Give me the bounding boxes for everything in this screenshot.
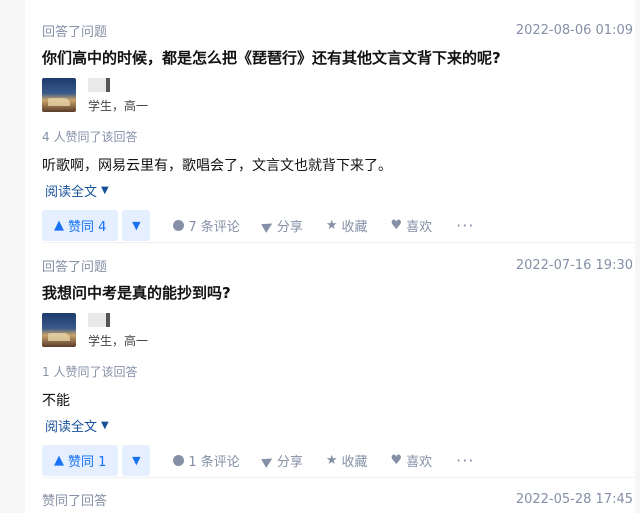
collect-label: 收藏 (341, 220, 368, 235)
comment-label: 1 条评论 (188, 455, 240, 470)
voters-count: 1 人赞同了该回答 (42, 365, 138, 379)
feed-item: 回答了问题 2022-08-06 01:09 你们高中的时候，都是怎么把《琵琶行… (42, 20, 635, 243)
activity-time: 2022-07-16 19:30 (515, 257, 633, 273)
collect-label: 收藏 (341, 455, 368, 470)
read-more-label: 阅读全文 (45, 420, 98, 435)
read-more-link[interactable]: 阅读全文 ▼ (45, 181, 109, 200)
more-icon[interactable]: ··· (456, 451, 474, 470)
activity-type: 赞同了回答 (42, 493, 108, 509)
like-button[interactable]: ♥ 喜欢 (391, 216, 433, 235)
triangle-down-icon: ▼ (132, 454, 141, 467)
vote-down-button[interactable]: ▼ (122, 210, 151, 241)
answer-excerpt[interactable]: 不能 (42, 390, 635, 410)
vote-down-button[interactable]: ▼ (122, 445, 151, 476)
comment-icon (173, 220, 185, 231)
heart-icon: ♥ (390, 453, 403, 468)
author-info: 学生，高一 (42, 313, 635, 349)
star-icon: ★ (325, 453, 338, 468)
action-bar: ▲ 赞同 4 ▼ 7 条评论 分享 ★ 收藏 ♥ 喜欢 ··· (42, 210, 635, 241)
share-icon (260, 453, 275, 468)
activity-type: 回答了问题 (42, 259, 108, 275)
comment-button[interactable]: 1 条评论 (173, 451, 240, 470)
heart-icon: ♥ (390, 218, 403, 233)
like-label: 喜欢 (406, 455, 433, 470)
comment-icon (173, 455, 185, 466)
comment-button[interactable]: 7 条评论 (173, 216, 240, 235)
question-title[interactable]: 你们高中的时候，都是怎么把《琵琶行》还有其他文言文背下来的呢? (42, 46, 635, 70)
chevron-down-icon: ▼ (101, 420, 109, 431)
activity-feed: 回答了问题 2022-08-06 01:09 你们高中的时候，都是怎么把《琵琶行… (25, 0, 635, 513)
feed-item: 赞同了回答 2022-05-28 17:45 (42, 489, 635, 513)
read-more-link[interactable]: 阅读全文 ▼ (45, 416, 109, 435)
like-button[interactable]: ♥ 喜欢 (391, 451, 433, 470)
triangle-down-icon: ▼ (132, 219, 141, 232)
chevron-down-icon: ▼ (101, 185, 109, 196)
action-bar: ▲ 赞同 1 ▼ 1 条评论 分享 ★ 收藏 ♥ 喜欢 ··· (42, 445, 635, 476)
collect-button[interactable]: ★ 收藏 (326, 451, 368, 470)
question-title[interactable]: 我想问中考是真的能抄到吗? (42, 281, 635, 305)
vote-up-button[interactable]: ▲ 赞同 4 (42, 210, 119, 241)
feed-meta: 回答了问题 2022-07-16 19:30 (42, 255, 635, 275)
author-headline: 学生，高一 (88, 99, 149, 113)
share-button[interactable]: 分享 (260, 216, 303, 235)
star-icon: ★ (325, 218, 338, 233)
vote-up-button[interactable]: ▲ 赞同 1 (42, 445, 119, 476)
voters-count: 4 人赞同了该回答 (42, 130, 138, 144)
share-label: 分享 (276, 220, 303, 235)
answer-excerpt[interactable]: 听歌啊，网易云里有，歌唱会了，文言文也就背下来了。 (42, 155, 635, 175)
feed-item: 回答了问题 2022-07-16 19:30 我想问中考是真的能抄到吗? 学生，… (42, 255, 635, 478)
feed-meta: 赞同了回答 2022-05-28 17:45 (42, 489, 635, 509)
author-name-placeholder[interactable] (88, 78, 110, 92)
like-label: 喜欢 (406, 220, 433, 235)
collect-button[interactable]: ★ 收藏 (326, 216, 368, 235)
more-icon[interactable]: ··· (456, 216, 474, 235)
avatar[interactable] (42, 313, 76, 347)
vote-up-label: 赞同 4 (68, 220, 107, 235)
read-more-label: 阅读全文 (45, 185, 98, 200)
author-headline: 学生，高一 (88, 334, 149, 348)
activity-time: 2022-08-06 01:09 (515, 22, 633, 38)
share-label: 分享 (276, 455, 303, 470)
vote-up-label: 赞同 1 (68, 455, 107, 470)
author-name-placeholder[interactable] (88, 313, 110, 327)
activity-type: 回答了问题 (42, 24, 108, 40)
triangle-up-icon: ▲ (54, 453, 64, 468)
share-icon (260, 218, 275, 233)
share-button[interactable]: 分享 (260, 451, 303, 470)
triangle-up-icon: ▲ (54, 218, 64, 233)
avatar[interactable] (42, 78, 76, 112)
activity-time: 2022-05-28 17:45 (515, 491, 633, 507)
comment-label: 7 条评论 (188, 220, 240, 235)
author-info: 学生，高一 (42, 78, 635, 114)
feed-meta: 回答了问题 2022-08-06 01:09 (42, 20, 635, 40)
